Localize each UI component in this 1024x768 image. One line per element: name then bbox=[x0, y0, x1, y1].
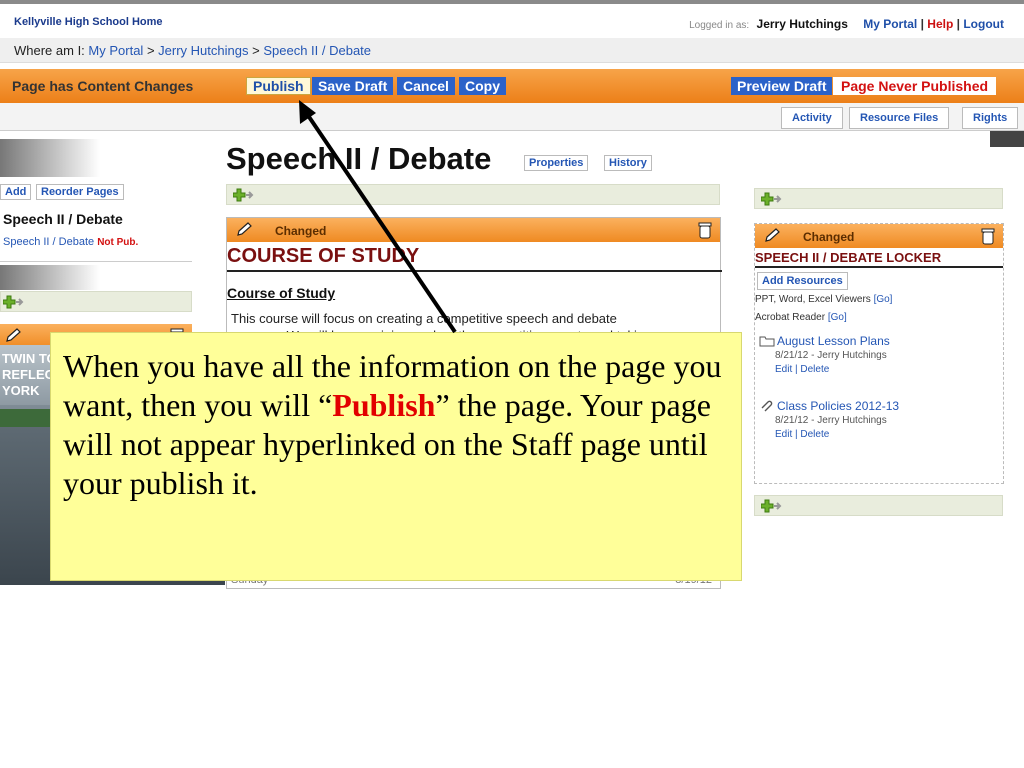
add-page-button[interactable]: Add bbox=[0, 184, 32, 200]
save-draft-button[interactable]: Save Draft bbox=[312, 77, 394, 95]
folder-icon bbox=[759, 336, 775, 347]
logged-in-label: Logged in as: bbox=[689, 20, 750, 31]
left-subheader-bar bbox=[0, 265, 100, 290]
tab-resource-files[interactable]: Resource Files bbox=[849, 107, 950, 129]
add-content-icon[interactable] bbox=[233, 188, 255, 202]
cancel-button[interactable]: Cancel bbox=[397, 77, 455, 95]
center-add-content-bar[interactable] bbox=[226, 184, 720, 205]
tab-rights[interactable]: Rights bbox=[962, 107, 1019, 129]
resource-meta: 8/21/12 - Jerry Hutchings bbox=[775, 350, 887, 361]
separator: | bbox=[956, 17, 960, 31]
acrobat-line: Acrobat Reader [Go] bbox=[755, 312, 847, 323]
preview-draft-button[interactable]: Preview Draft bbox=[731, 77, 833, 95]
locker-block: Changed SPEECH II / DEBATE LOCKER Add Re… bbox=[754, 223, 1004, 484]
add-content-icon[interactable] bbox=[761, 192, 783, 206]
left-page-link[interactable]: Speech II / Debate bbox=[3, 236, 94, 248]
changed-label: Changed bbox=[803, 230, 855, 244]
breadcrumb-my-portal[interactable]: My Portal bbox=[88, 43, 143, 58]
pencil-icon[interactable] bbox=[235, 222, 253, 238]
course-subheading: Course of Study bbox=[227, 285, 336, 301]
add-resources-button[interactable]: Add Resources bbox=[757, 272, 848, 290]
trash-icon[interactable] bbox=[981, 227, 995, 245]
instruction-callout: When you have all the information on the… bbox=[50, 332, 742, 581]
content-status: Page has Content Changes bbox=[12, 78, 194, 94]
viewers-line: PPT, Word, Excel Viewers [Go] bbox=[755, 294, 892, 305]
resource-meta: 8/21/12 - Jerry Hutchings bbox=[775, 415, 887, 426]
left-section-title: Speech II / Debate bbox=[3, 211, 123, 227]
tab-activity[interactable]: Activity bbox=[781, 107, 843, 129]
locker-title: SPEECH II / DEBATE LOCKER bbox=[755, 250, 942, 265]
paperclip-icon bbox=[761, 400, 773, 412]
left-add-content-bar[interactable] bbox=[0, 291, 192, 312]
add-content-icon[interactable] bbox=[3, 295, 25, 309]
divider bbox=[990, 131, 1024, 147]
page-title: Speech II / Debate bbox=[226, 141, 492, 176]
logout-link[interactable]: Logout bbox=[963, 17, 1004, 31]
photo-caption: TWIN TO REFLEC YORK bbox=[2, 351, 57, 399]
reorder-pages-button[interactable]: Reorder Pages bbox=[36, 184, 124, 200]
viewers-go-link[interactable]: [Go] bbox=[874, 294, 893, 305]
help-link[interactable]: Help bbox=[927, 17, 953, 31]
viewers-label: PPT, Word, Excel Viewers bbox=[755, 294, 871, 305]
resource-link[interactable]: August Lesson Plans bbox=[777, 334, 890, 348]
publish-button[interactable]: Publish bbox=[246, 77, 311, 95]
edit-toolbar: Page has Content Changes Publish Save Dr… bbox=[0, 69, 1024, 103]
left-header-bar bbox=[0, 139, 100, 177]
block-title: COURSE OF STUDY bbox=[227, 245, 420, 267]
right-add-content-bar-bottom[interactable] bbox=[754, 495, 1003, 516]
resource-link[interactable]: Class Policies 2012-13 bbox=[777, 399, 899, 413]
slide: Kellyville High School Home Logged in as… bbox=[0, 0, 1024, 768]
pencil-icon[interactable] bbox=[4, 328, 22, 344]
history-button[interactable]: History bbox=[604, 155, 652, 171]
my-portal-link[interactable]: My Portal bbox=[863, 17, 917, 31]
locker-block-header: Changed bbox=[755, 224, 1003, 248]
acrobat-go-link[interactable]: [Go] bbox=[828, 312, 847, 323]
school-home-link[interactable]: Kellyville High School Home bbox=[14, 16, 163, 28]
user-name: Jerry Hutchings bbox=[756, 17, 848, 31]
breadcrumb-page[interactable]: Speech II / Debate bbox=[263, 43, 371, 58]
breadcrumb: Where am I: My Portal > Jerry Hutchings … bbox=[0, 38, 1024, 63]
trash-icon[interactable] bbox=[698, 221, 712, 239]
top-bar: Kellyville High School Home Logged in as… bbox=[0, 0, 1024, 38]
resource-actions[interactable]: Edit | Delete bbox=[775, 364, 829, 375]
acrobat-label: Acrobat Reader bbox=[755, 312, 826, 323]
photo-caption-line: TWIN TO bbox=[2, 351, 57, 366]
publish-status-badge: Page Never Published bbox=[833, 77, 997, 95]
breadcrumb-user[interactable]: Jerry Hutchings bbox=[158, 43, 248, 58]
divider bbox=[227, 270, 722, 272]
right-add-content-bar[interactable] bbox=[754, 188, 1003, 209]
tabs-row: Activity Resource Files Rights bbox=[0, 103, 1024, 131]
divider bbox=[755, 266, 1003, 268]
callout-publish-word: Publish bbox=[332, 387, 436, 424]
pencil-icon[interactable] bbox=[763, 228, 781, 244]
photo-caption-line: YORK bbox=[2, 383, 40, 398]
not-published-label: Not Pub. bbox=[97, 237, 139, 248]
copy-button[interactable]: Copy bbox=[459, 77, 506, 95]
separator: | bbox=[920, 17, 924, 31]
course-body-line: This course will focus on creating a com… bbox=[231, 311, 617, 326]
breadcrumb-sep: > bbox=[146, 43, 155, 58]
properties-button[interactable]: Properties bbox=[524, 155, 589, 171]
divider bbox=[0, 261, 192, 262]
left-page-item[interactable]: Speech II / Debate Not Pub. bbox=[3, 236, 138, 248]
breadcrumb-sep: > bbox=[252, 43, 260, 58]
login-info: Logged in as: Jerry Hutchings My Portal … bbox=[689, 17, 1004, 31]
breadcrumb-label: Where am I: bbox=[14, 43, 85, 58]
photo-caption-line: REFLEC bbox=[2, 367, 54, 382]
resource-actions[interactable]: Edit | Delete bbox=[775, 429, 829, 440]
add-content-icon[interactable] bbox=[761, 499, 783, 513]
changed-label: Changed bbox=[275, 224, 327, 238]
course-block-header: Changed bbox=[227, 218, 720, 242]
